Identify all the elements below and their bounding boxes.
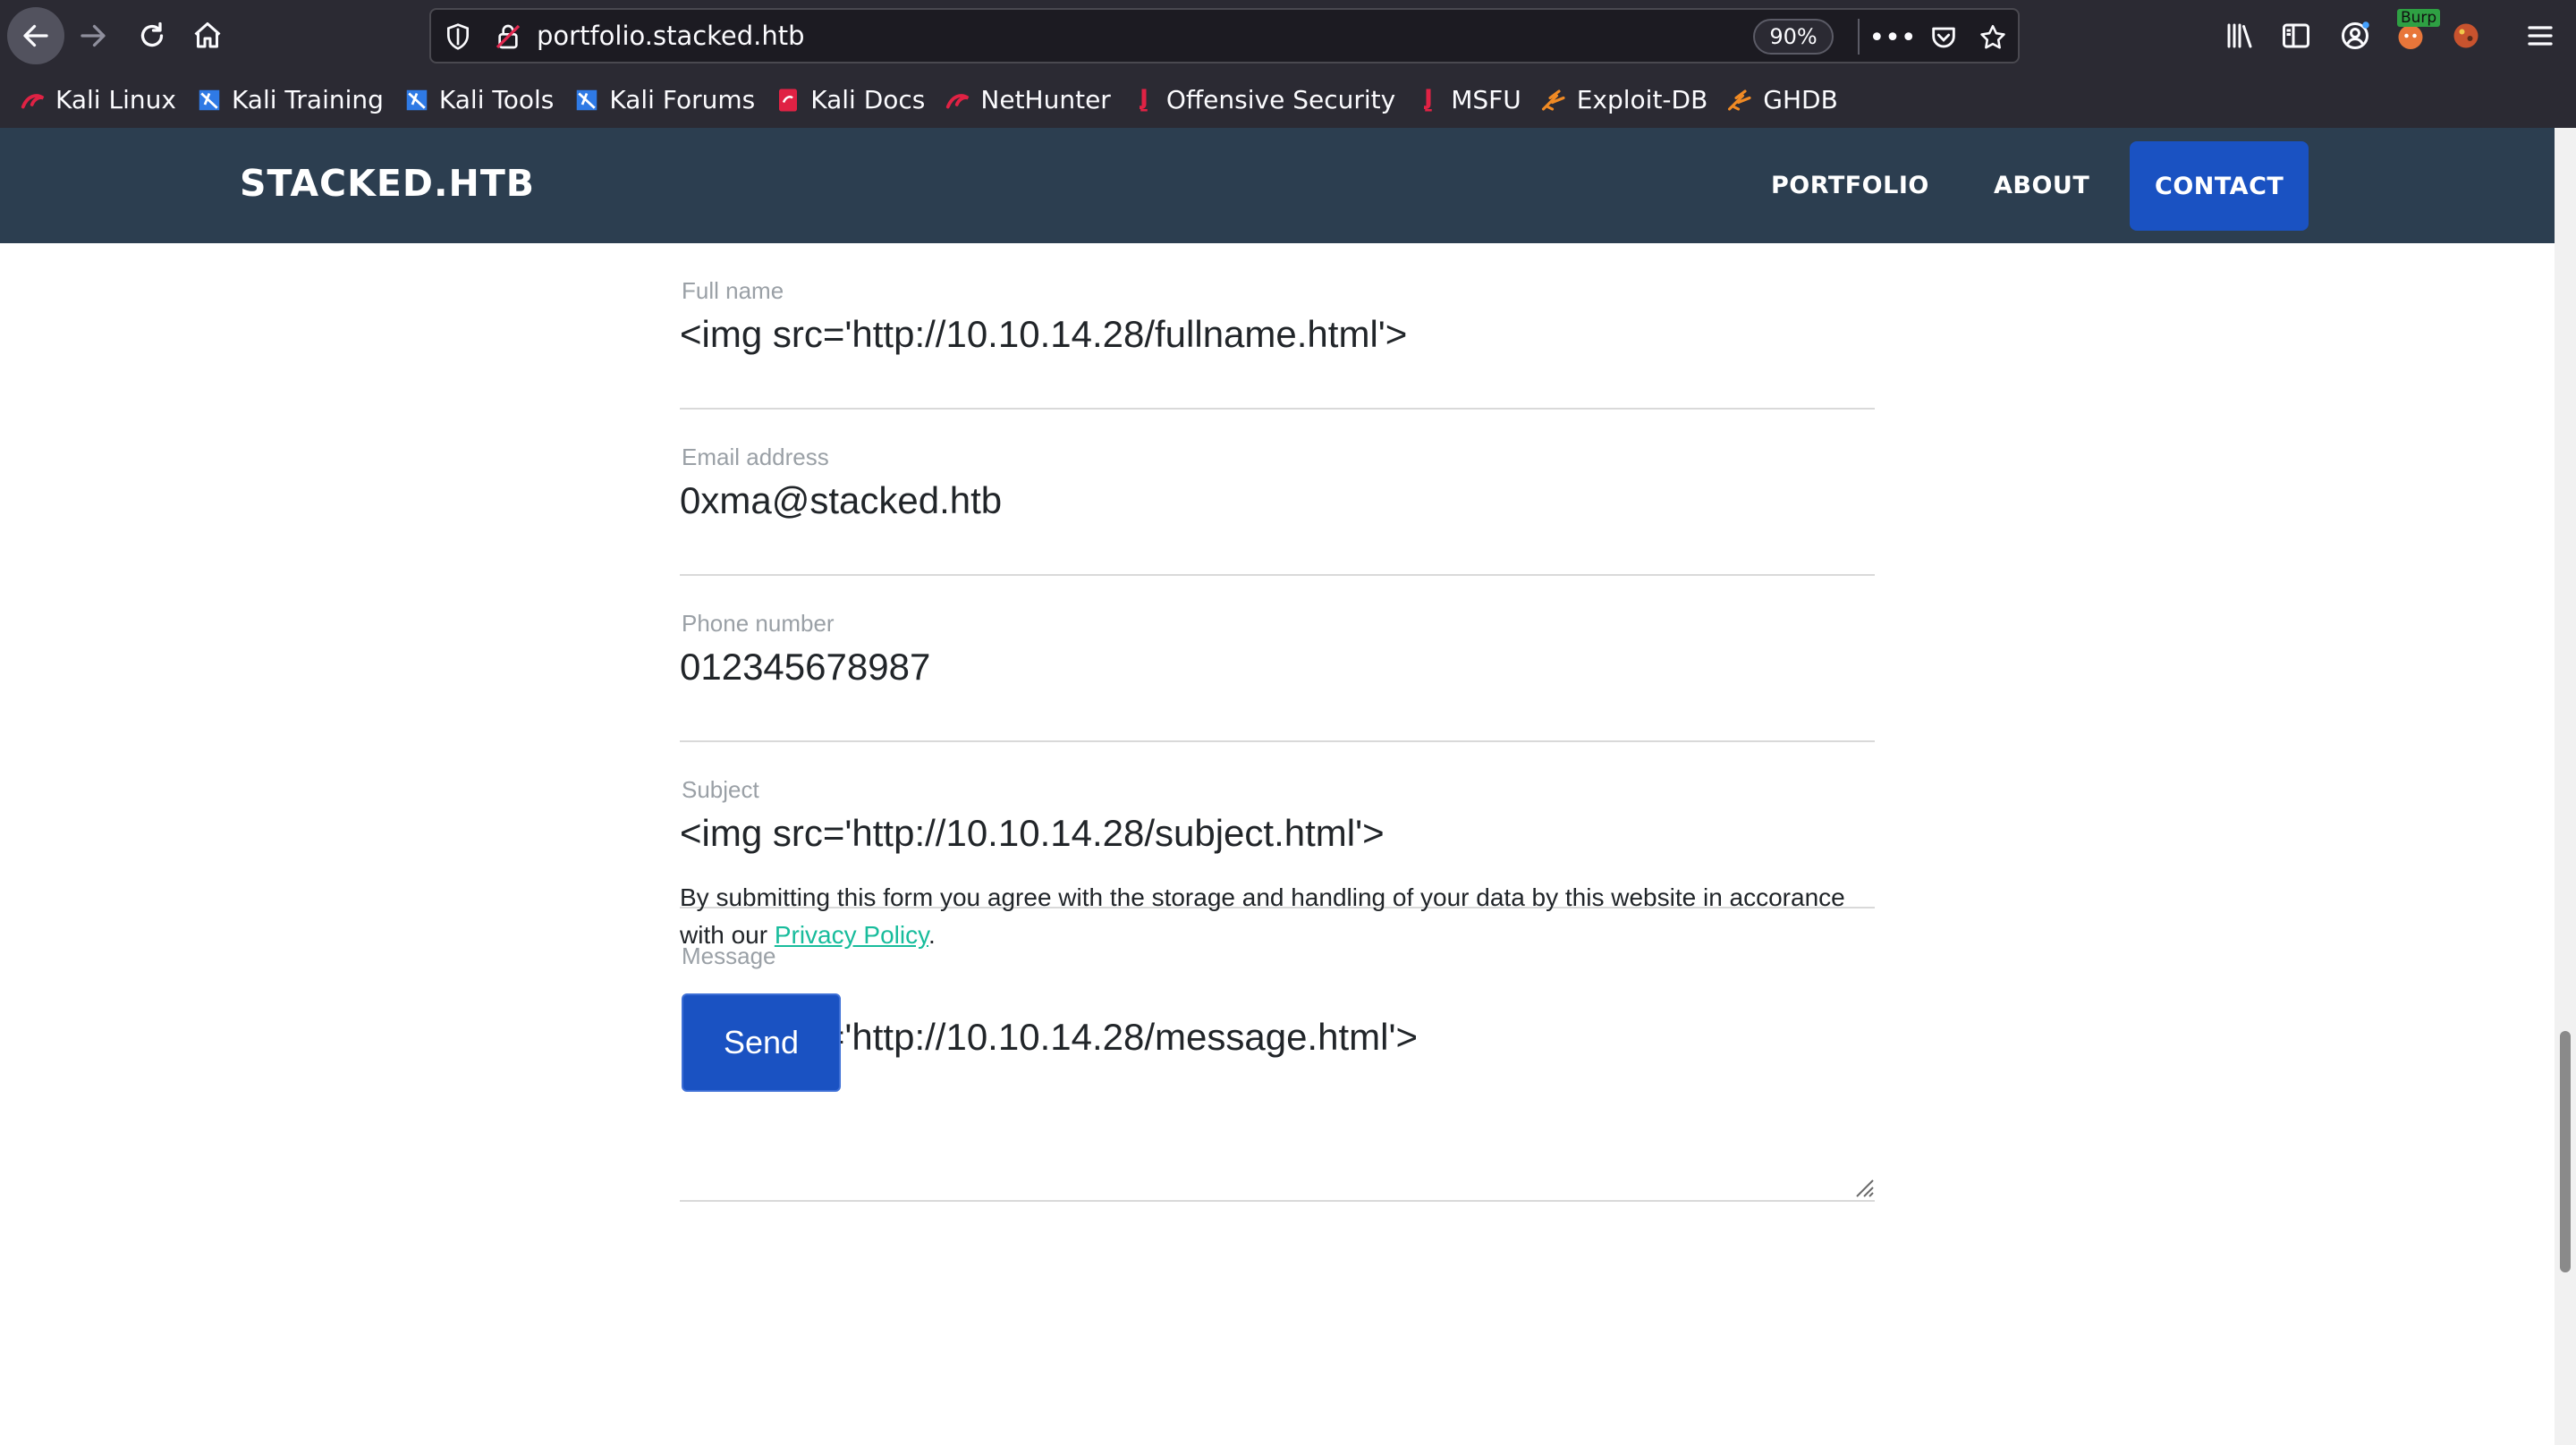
bookmark-kali-training[interactable]: Kali Training xyxy=(196,85,384,114)
scrollbar-thumb[interactable] xyxy=(2560,1031,2571,1272)
insecure-lock-icon[interactable] xyxy=(494,22,522,51)
bookmark-offensive-security[interactable]: Offensive Security xyxy=(1131,85,1395,114)
phone-field[interactable]: Phone number 012345678987 xyxy=(680,576,1875,742)
url-text[interactable]: portfolio.stacked.htb xyxy=(537,21,805,51)
sidebar-toggle-icon[interactable] xyxy=(2276,16,2316,55)
pocket-icon[interactable] xyxy=(1927,21,1961,55)
email-label: Email address xyxy=(682,444,829,470)
home-button[interactable] xyxy=(179,7,236,64)
browser-chrome: portfolio.stacked.htb 90% ••• Burp Kali … xyxy=(0,0,2576,128)
site-navbar: STACKED.HTB PORTFOLIO ABOUT CONTACT xyxy=(0,128,2555,243)
kali-dragon-icon xyxy=(20,87,47,114)
ghdb-icon xyxy=(1727,87,1754,114)
exploitdb-icon xyxy=(1541,87,1568,114)
page-viewport: STACKED.HTB PORTFOLIO ABOUT CONTACT Full… xyxy=(0,128,2576,1445)
email-input[interactable]: 0xma@stacked.htb xyxy=(680,479,1002,522)
wappalyzer-icon[interactable] xyxy=(2446,16,2486,55)
hamburger-menu-icon[interactable] xyxy=(2521,16,2560,55)
arrow-right-icon xyxy=(80,24,106,47)
bookmarks-toolbar: Kali Linux Kali Training Kali Tools Kali… xyxy=(0,72,2576,128)
fullname-input[interactable]: <img src='http://10.10.14.28/fullname.ht… xyxy=(680,313,1407,356)
reload-button[interactable] xyxy=(123,7,181,64)
burp-badge: Burp xyxy=(2397,9,2441,27)
nav-link-about[interactable]: ABOUT xyxy=(1994,128,2089,243)
email-field[interactable]: Email address 0xma@stacked.htb xyxy=(680,410,1875,576)
bookmark-exploit-db[interactable]: Exploit-DB xyxy=(1541,85,1707,114)
bookmark-kali-forums[interactable]: Kali Forums xyxy=(573,85,755,114)
nethunter-icon xyxy=(945,87,971,114)
bookmark-ghdb[interactable]: GHDB xyxy=(1727,85,1838,114)
browser-toolbar: portfolio.stacked.htb 90% ••• Burp xyxy=(0,0,2576,72)
url-bar[interactable]: portfolio.stacked.htb 90% ••• xyxy=(429,8,2020,63)
bookmark-kali-docs[interactable]: Kali Docs xyxy=(775,85,925,114)
privacy-policy-link[interactable]: Privacy Policy xyxy=(775,921,928,949)
subject-label: Subject xyxy=(682,776,759,803)
bookmark-msfu[interactable]: MSFU xyxy=(1415,85,1521,114)
nav-link-contact[interactable]: CONTACT xyxy=(2130,141,2309,231)
phone-input[interactable]: 012345678987 xyxy=(680,646,930,689)
back-button[interactable] xyxy=(7,7,64,64)
bookmark-star-icon[interactable] xyxy=(1976,21,2010,55)
page-actions-icon[interactable]: ••• xyxy=(1868,21,1916,55)
contact-form: Full name <img src='http://10.10.14.28/f… xyxy=(680,243,1875,1202)
send-button[interactable]: Send xyxy=(682,993,841,1092)
kali-docs-icon xyxy=(775,87,801,114)
phone-label: Phone number xyxy=(682,610,835,637)
subject-input[interactable]: <img src='http://10.10.14.28/subject.htm… xyxy=(680,812,1385,855)
fullname-field[interactable]: Full name <img src='http://10.10.14.28/f… xyxy=(680,243,1875,410)
arrow-left-icon xyxy=(23,24,48,47)
reload-icon xyxy=(140,21,164,47)
forward-button[interactable] xyxy=(64,7,122,64)
library-icon[interactable] xyxy=(2220,16,2259,55)
resize-handle-icon[interactable] xyxy=(1850,1173,1875,1198)
zoom-indicator[interactable]: 90% xyxy=(1753,19,1834,55)
nav-link-portfolio[interactable]: PORTFOLIO xyxy=(1771,128,1929,243)
kali-forums-icon xyxy=(573,87,600,114)
home-icon xyxy=(194,22,221,48)
consent-text: By submitting this form you agree with t… xyxy=(680,883,1845,949)
kali-tools-icon xyxy=(403,87,430,114)
tracking-shield-icon[interactable] xyxy=(444,22,472,51)
bookmark-kali-linux[interactable]: Kali Linux xyxy=(20,85,176,114)
fullname-label: Full name xyxy=(682,277,784,304)
bookmark-kali-tools[interactable]: Kali Tools xyxy=(403,85,554,114)
offsec-icon xyxy=(1131,87,1157,114)
account-icon[interactable] xyxy=(2335,16,2375,55)
url-separator xyxy=(1858,19,1860,55)
kali-training-icon xyxy=(196,87,223,114)
bookmark-nethunter[interactable]: NetHunter xyxy=(945,85,1111,114)
site-brand[interactable]: STACKED.HTB xyxy=(240,162,535,205)
msfu-icon xyxy=(1415,87,1442,114)
